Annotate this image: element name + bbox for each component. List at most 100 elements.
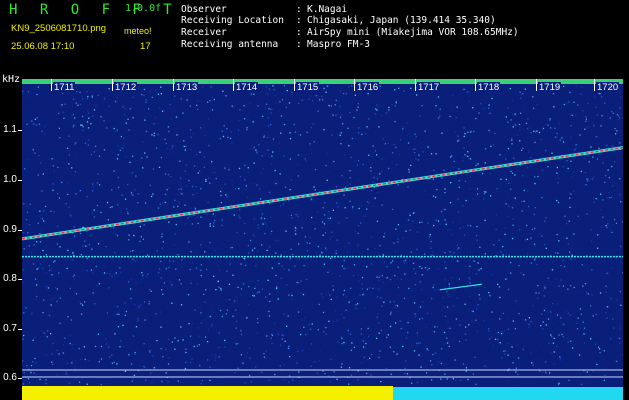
noise-speck (262, 115, 264, 117)
noise-speck (197, 172, 199, 174)
noise-speck (543, 285, 546, 287)
noise-speck (117, 259, 120, 261)
noise-speck (598, 153, 600, 156)
noise-speck (222, 135, 225, 138)
noise-speck (180, 192, 182, 195)
noise-speck (605, 272, 607, 274)
noise-speck (100, 345, 103, 348)
noise-speck (134, 351, 136, 354)
noise-speck (289, 189, 291, 191)
noise-speck (35, 343, 37, 345)
noise-speck (160, 86, 162, 88)
noise-speck (418, 227, 420, 229)
noise-speck (228, 334, 231, 337)
noise-speck (416, 381, 419, 384)
noise-speck (274, 181, 276, 183)
noise-speck (148, 108, 150, 110)
noise-speck (519, 140, 521, 142)
noise-speck (283, 85, 286, 87)
noise-speck (165, 348, 167, 350)
noise-speck (552, 342, 555, 344)
noise-speck (556, 172, 558, 174)
noise-speck (357, 232, 359, 235)
noise-speck (177, 205, 179, 208)
noise-speck (351, 85, 353, 87)
noise-speck (587, 180, 589, 182)
noise-speck (488, 330, 490, 332)
noise-speck (95, 147, 97, 150)
noise-speck (392, 152, 394, 154)
noise-speck (128, 239, 130, 241)
noise-speck (522, 348, 524, 351)
noise-speck (569, 314, 572, 316)
noise-speck (336, 239, 338, 241)
noise-speck (451, 277, 453, 279)
noise-speck (162, 293, 164, 295)
noise-speck (475, 273, 478, 275)
noise-speck (238, 134, 240, 136)
noise-speck (332, 285, 334, 287)
noise-speck (497, 283, 499, 285)
noise-speck (116, 158, 119, 160)
noise-speck (132, 258, 134, 260)
noise-speck (476, 161, 478, 163)
x-tick-mark (51, 79, 52, 91)
noise-speck (192, 194, 194, 196)
noise-speck (414, 313, 416, 315)
noise-speck (253, 93, 255, 95)
noise-speck (474, 286, 476, 288)
noise-speck (578, 275, 580, 277)
noise-speck (406, 373, 409, 375)
noise-speck (606, 144, 608, 147)
noise-speck (70, 319, 73, 321)
noise-speck (207, 329, 209, 331)
noise-speck (168, 130, 170, 133)
noise-speck (244, 223, 246, 225)
noise-speck (608, 192, 610, 194)
noise-speck (67, 249, 69, 252)
noise-speck (316, 142, 319, 145)
noise-speck (261, 288, 264, 290)
noise-speck (197, 146, 199, 148)
noise-speck (79, 190, 81, 192)
noise-speck (288, 269, 290, 271)
noise-speck (552, 93, 555, 95)
noise-speck (106, 127, 108, 129)
noise-speck (207, 118, 210, 120)
noise-speck (368, 154, 370, 156)
noise-speck (402, 126, 404, 128)
noise-speck (326, 152, 328, 155)
noise-speck (468, 259, 470, 261)
noise-speck (306, 131, 308, 133)
noise-speck (468, 100, 470, 102)
noise-speck (517, 373, 519, 376)
noise-speck (546, 130, 548, 133)
x-tick-label: 1712 (114, 82, 138, 93)
noise-speck (88, 359, 90, 362)
noise-speck (219, 309, 222, 312)
noise-speck (407, 322, 409, 324)
noise-speck (380, 230, 383, 232)
noise-speck (57, 166, 59, 169)
noise-speck (315, 372, 318, 374)
noise-speck (467, 91, 469, 93)
noise-speck (463, 135, 465, 138)
noise-speck (215, 289, 217, 291)
noise-speck (90, 123, 92, 125)
noise-speck (327, 211, 330, 213)
noise-speck (560, 321, 562, 323)
noise-speck (501, 357, 503, 359)
noise-speck (238, 167, 241, 170)
noise-speck (304, 236, 306, 238)
noise-speck (209, 225, 211, 227)
noise-speck (161, 233, 163, 235)
noise-speck (445, 257, 447, 259)
noise-speck (195, 247, 197, 249)
noise-speck (196, 104, 198, 106)
noise-speck (289, 258, 291, 260)
noise-speck (300, 280, 302, 282)
noise-speck (494, 132, 496, 135)
noise-speck (119, 337, 122, 340)
noise-speck (432, 286, 434, 289)
noise-speck (37, 222, 39, 224)
